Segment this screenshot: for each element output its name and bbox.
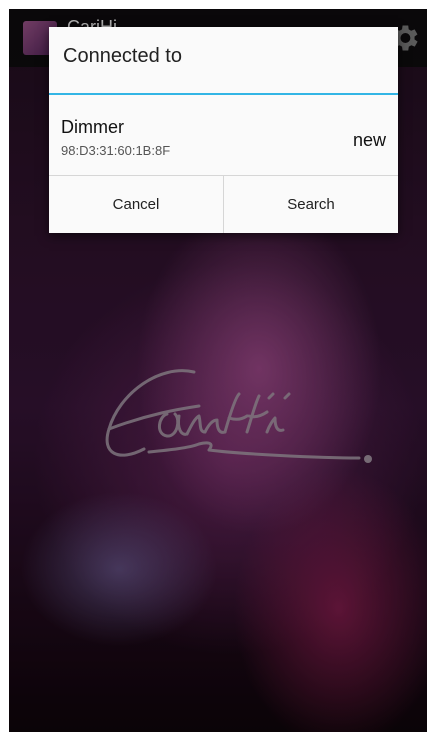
connection-dialog: Connected to Dimmer 98:D3:31:60:1B:8F ne…: [49, 27, 398, 233]
device-address: 98:D3:31:60:1B:8F: [61, 143, 171, 158]
search-button[interactable]: Search: [224, 176, 398, 233]
device-status: new: [352, 130, 386, 150]
phone-frame: CariHi Connected to: [0, 0, 436, 741]
device-name: Dimmer: [61, 117, 124, 137]
device-list-item[interactable]: Dimmer 98:D3:31:60:1B:8F new: [49, 95, 398, 175]
cancel-button[interactable]: Cancel: [49, 176, 223, 233]
dialog-title: Connected to: [63, 45, 182, 67]
